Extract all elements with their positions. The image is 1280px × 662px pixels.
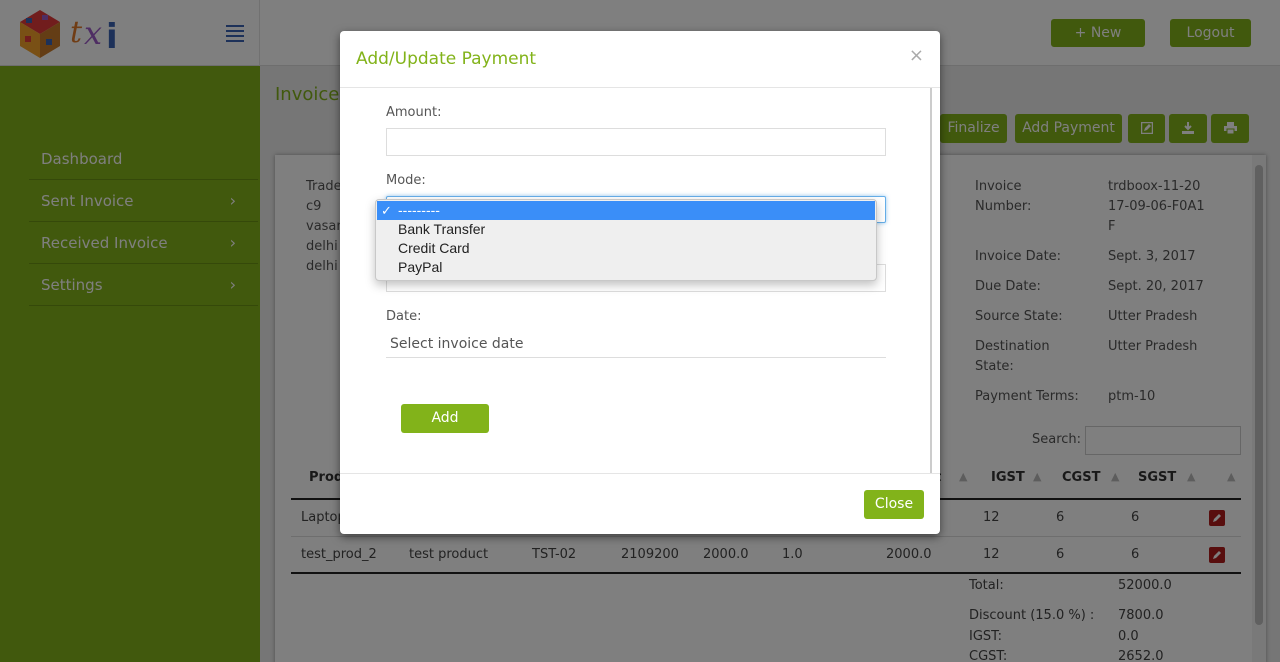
- amount-label: Amount:: [386, 105, 442, 120]
- date-field[interactable]: Select invoice date: [386, 330, 886, 358]
- option-label: Credit Card: [398, 240, 470, 256]
- mode-option-credit-card[interactable]: Credit Card: [377, 239, 875, 258]
- amount-field[interactable]: [386, 128, 886, 156]
- modal-title: Add/Update Payment: [356, 49, 537, 69]
- mode-label: Mode:: [386, 173, 426, 188]
- option-label: PayPal: [398, 259, 443, 275]
- modal-scrollbar[interactable]: [930, 88, 932, 473]
- mode-dropdown-list: ✓ --------- Bank Transfer Credit Card Pa…: [375, 199, 877, 281]
- close-button[interactable]: Close: [864, 490, 924, 519]
- mode-option-paypal[interactable]: PayPal: [377, 258, 875, 277]
- option-label: Bank Transfer: [398, 221, 486, 237]
- date-label: Date:: [386, 309, 422, 324]
- payment-modal: Add/Update Payment × Amount: Mode: Date:…: [340, 31, 940, 534]
- add-button[interactable]: Add: [401, 404, 489, 433]
- option-label: ---------: [398, 202, 440, 218]
- modal-header: Add/Update Payment ×: [340, 31, 940, 88]
- checkmark-icon: ✓: [381, 203, 392, 218]
- mode-option-none[interactable]: ✓ ---------: [377, 201, 875, 220]
- close-icon[interactable]: ×: [909, 45, 924, 66]
- modal-footer: Close: [340, 473, 940, 534]
- mode-option-bank-transfer[interactable]: Bank Transfer: [377, 220, 875, 239]
